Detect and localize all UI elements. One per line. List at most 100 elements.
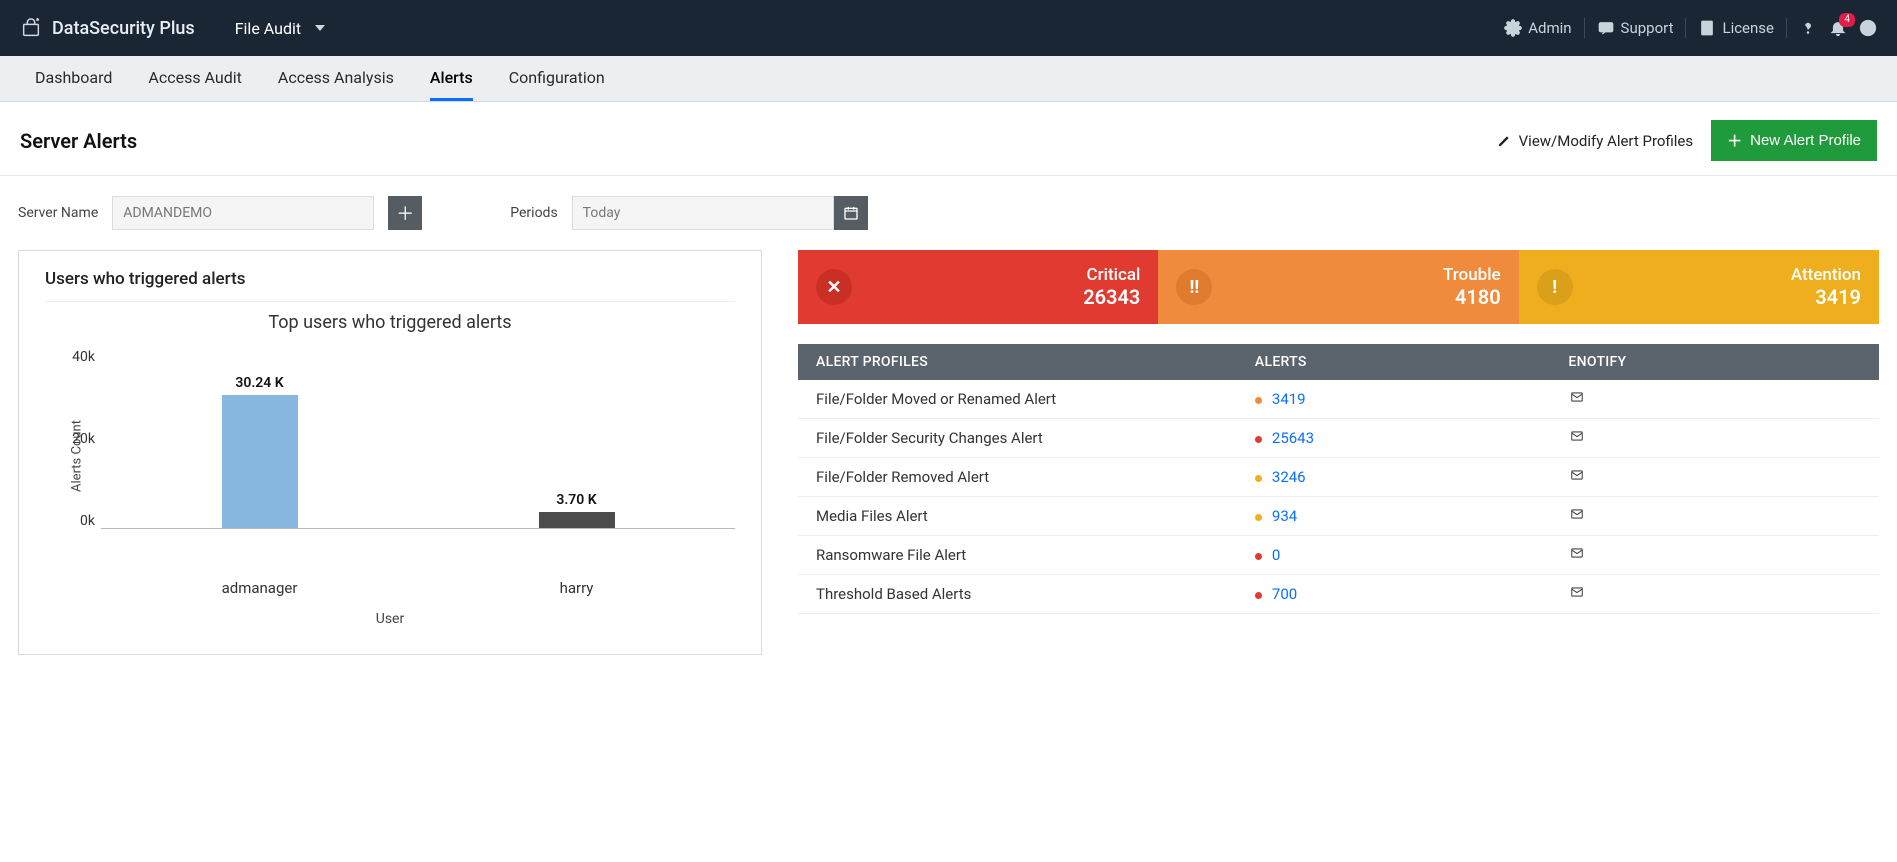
alert-count-link[interactable]: 934 (1272, 507, 1297, 525)
view-modify-label: View/Modify Alert Profiles (1519, 132, 1693, 150)
topbar-right: Admin Support License 4 (1504, 18, 1877, 38)
sev-label: Trouble (1443, 265, 1501, 285)
period-input[interactable]: Today (572, 196, 834, 230)
mail-icon (1568, 546, 1586, 560)
severity-card-attention[interactable]: ! Attention 3419 (1519, 250, 1879, 324)
mail-icon (1568, 468, 1586, 482)
col-header-notify: ENOTIFY (1568, 354, 1861, 370)
user-menu[interactable] (1859, 19, 1877, 37)
support-link[interactable]: Support (1597, 19, 1674, 37)
close-icon: ✕ (816, 269, 852, 305)
chart-area: Alerts Count 40k 20k 0k 30.24 K 3.70 K (45, 341, 735, 571)
add-server-button[interactable]: ＋ (388, 196, 422, 230)
enotify-cell[interactable] (1568, 390, 1861, 408)
calendar-button[interactable] (834, 196, 868, 230)
table-row: Ransomware File Alert0 (798, 536, 1879, 575)
period-label: Periods (510, 205, 557, 221)
alert-profiles-table: ALERT PROFILES ALERTS ENOTIFY File/Folde… (798, 344, 1879, 614)
gear-icon (1504, 19, 1522, 37)
enotify-cell[interactable] (1568, 429, 1861, 447)
profile-alerts-cell: 25643 (1255, 429, 1569, 447)
severity-card-trouble[interactable]: !! Trouble 4180 (1158, 250, 1518, 324)
new-alert-profile-button[interactable]: ＋ New Alert Profile (1711, 120, 1877, 161)
right-column: ✕ Critical 26343 !! Trouble 4180 ! Atten… (798, 250, 1879, 614)
table-row: File/Folder Removed Alert 3246 (798, 458, 1879, 497)
col-header-name: ALERT PROFILES (816, 354, 1255, 370)
severity-dot (1255, 397, 1262, 404)
alert-count-link[interactable]: 3246 (1272, 468, 1306, 486)
sev-label: Critical (1083, 265, 1140, 285)
table-header: ALERT PROFILES ALERTS ENOTIFY (798, 344, 1879, 380)
col-header-alerts: ALERTS (1255, 354, 1569, 370)
table-row: Threshold Based Alerts 700 (798, 575, 1879, 614)
severity-card-critical[interactable]: ✕ Critical 26343 (798, 250, 1158, 324)
page-title: Server Alerts (20, 129, 137, 153)
separator (1584, 18, 1585, 38)
enotify-cell[interactable] (1568, 507, 1861, 525)
mail-icon (1568, 585, 1586, 599)
alert-count-link[interactable]: 0 (1272, 546, 1280, 564)
tab-alerts[interactable]: Alerts (430, 56, 473, 101)
view-modify-profiles-link[interactable]: View/Modify Alert Profiles (1497, 132, 1693, 150)
enotify-cell[interactable] (1568, 546, 1861, 564)
tab-configuration[interactable]: Configuration (509, 56, 605, 101)
bar-harry[interactable]: 3.70 K (418, 492, 735, 528)
severity-dot (1255, 514, 1262, 521)
plus-icon: ＋ (1727, 130, 1742, 151)
calendar-icon (843, 205, 859, 221)
bar-value-label: 30.24 K (235, 375, 283, 391)
tab-dashboard[interactable]: Dashboard (35, 56, 112, 101)
profile-name: File/Folder Moved or Renamed Alert (816, 390, 1255, 408)
xcat-label: admanager (101, 571, 418, 597)
mail-icon (1568, 390, 1586, 404)
chart-ylabel: Alerts Count (69, 420, 84, 492)
user-icon (1859, 19, 1877, 37)
server-name-input[interactable]: ADMANDEMO (112, 196, 374, 230)
license-link[interactable]: License (1698, 19, 1774, 37)
filters-row: Server Name ADMANDEMO ＋ Periods Today (0, 176, 1897, 240)
help-link[interactable] (1799, 19, 1817, 37)
profile-name: Threshold Based Alerts (816, 585, 1255, 603)
bar (539, 512, 615, 528)
pencil-icon (1497, 134, 1511, 148)
profile-alerts-cell: 3246 (1255, 468, 1569, 486)
chart-stage: Top users who triggered alerts Alerts Co… (45, 312, 735, 632)
new-profile-label: New Alert Profile (1750, 132, 1861, 149)
tab-access-audit[interactable]: Access Audit (148, 56, 241, 101)
help-icon (1799, 19, 1817, 37)
alert-count-link[interactable]: 3419 (1272, 390, 1306, 408)
double-exclaim-icon: !! (1176, 269, 1212, 305)
xcat-label: harry (418, 571, 735, 597)
license-label: License (1722, 19, 1774, 37)
separator (1685, 18, 1686, 38)
bar-value-label: 3.70 K (556, 492, 596, 508)
mail-icon (1568, 507, 1586, 521)
admin-label: Admin (1528, 19, 1571, 37)
alert-count-link[interactable]: 700 (1272, 585, 1297, 603)
nav-tabs: Dashboard Access Audit Access Analysis A… (0, 56, 1897, 102)
ytick: 40k (72, 349, 95, 365)
tab-access-analysis[interactable]: Access Analysis (278, 56, 394, 101)
chat-icon (1597, 19, 1615, 37)
module-dropdown[interactable]: File Audit (235, 19, 325, 38)
severity-dot (1255, 553, 1262, 560)
enotify-cell[interactable] (1568, 468, 1861, 486)
profile-name: File/Folder Removed Alert (816, 468, 1255, 486)
chart-title: Top users who triggered alerts (45, 312, 735, 333)
severity-cards: ✕ Critical 26343 !! Trouble 4180 ! Atten… (798, 250, 1879, 324)
server-name-label: Server Name (18, 205, 98, 221)
alert-count-link[interactable]: 25643 (1272, 429, 1314, 447)
ytick: 0k (80, 513, 95, 529)
notifications-button[interactable]: 4 (1829, 19, 1847, 37)
support-label: Support (1621, 19, 1674, 37)
profile-name: Media Files Alert (816, 507, 1255, 525)
bar-admanager[interactable]: 30.24 K (101, 375, 418, 528)
plus-icon: ＋ (396, 200, 414, 226)
profile-alerts-cell: 3419 (1255, 390, 1569, 408)
chevron-down-icon (315, 25, 325, 31)
table-row: File/Folder Security Changes Alert25643 (798, 419, 1879, 458)
admin-link[interactable]: Admin (1504, 19, 1571, 37)
chart-xcategories: admanager harry (101, 571, 735, 597)
shield-icon (20, 17, 42, 39)
enotify-cell[interactable] (1568, 585, 1861, 603)
